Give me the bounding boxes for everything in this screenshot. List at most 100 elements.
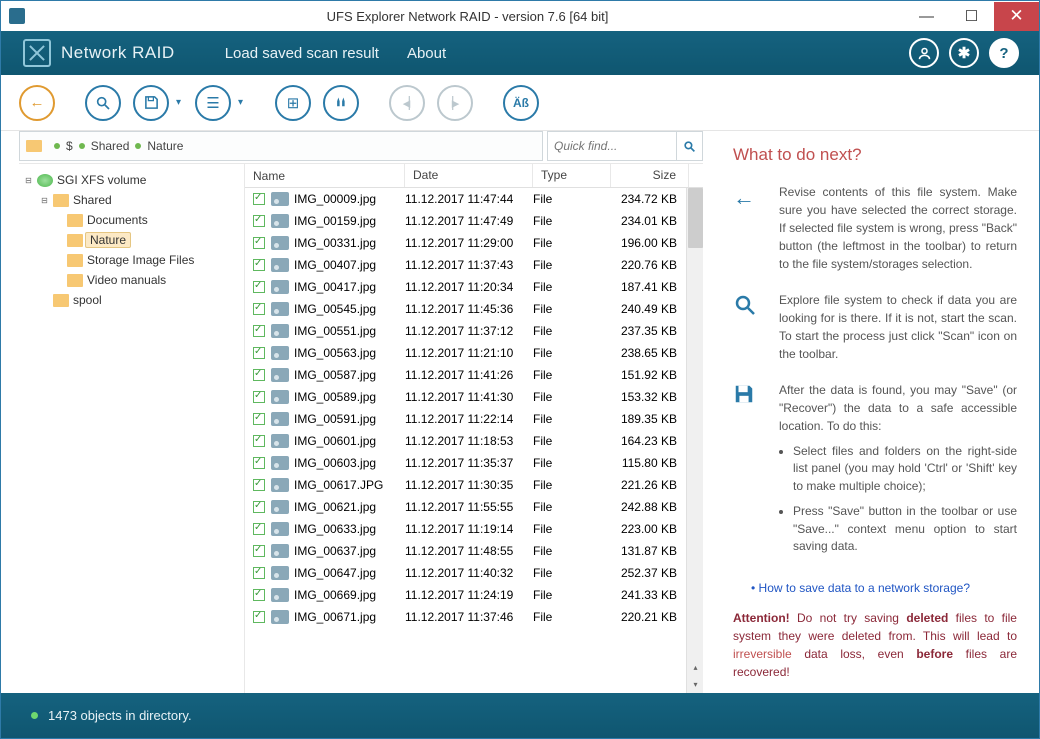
minimize-button[interactable]: — [904, 2, 949, 31]
checkbox-icon[interactable] [253, 457, 265, 469]
back-button[interactable]: ← [19, 85, 55, 121]
menu-about[interactable]: About [407, 45, 446, 62]
encoding-button[interactable]: Äß [503, 85, 539, 121]
scan-button[interactable] [85, 85, 121, 121]
file-date: 11.12.2017 11:40:32 [405, 566, 533, 580]
prev-button[interactable]: ◂| [389, 85, 425, 121]
maximize-button[interactable]: ☐ [949, 2, 994, 31]
checkbox-icon[interactable] [253, 303, 265, 315]
column-date[interactable]: Date [405, 164, 533, 187]
checkbox-icon[interactable] [253, 325, 265, 337]
breadcrumb[interactable]: $ Shared Nature [19, 131, 543, 161]
breadcrumb-shared[interactable]: Shared [91, 139, 130, 153]
checkbox-icon[interactable] [253, 589, 265, 601]
scroll-thumb[interactable] [688, 188, 703, 248]
scroll-up-icon[interactable]: ▴ [688, 659, 703, 676]
checkbox-icon[interactable] [253, 479, 265, 491]
breadcrumb-root[interactable]: $ [66, 139, 73, 153]
gear-icon[interactable]: ✱ [949, 38, 979, 68]
save-button[interactable] [133, 85, 169, 121]
file-row[interactable]: IMG_00617.JPG11.12.2017 11:30:35File221.… [245, 474, 703, 496]
file-row[interactable]: IMG_00671.jpg11.12.2017 11:37:46File220.… [245, 606, 703, 628]
tree-spool[interactable]: spool [23, 290, 240, 310]
find-button[interactable] [323, 85, 359, 121]
next-button[interactable]: |▸ [437, 85, 473, 121]
checkbox-icon[interactable] [253, 435, 265, 447]
checkbox-icon[interactable] [253, 237, 265, 249]
checkbox-icon[interactable] [253, 611, 265, 623]
file-row[interactable]: IMG_00009.jpg11.12.2017 11:47:44File234.… [245, 188, 703, 210]
close-button[interactable]: ✕ [994, 2, 1039, 31]
quickfind-button[interactable] [677, 131, 703, 161]
column-name[interactable]: Name [245, 164, 405, 187]
file-type: File [533, 610, 611, 624]
checkbox-icon[interactable] [253, 545, 265, 557]
file-type: File [533, 434, 611, 448]
help-link[interactable]: How to save data to a network storage? [751, 581, 1017, 595]
file-row[interactable]: IMG_00591.jpg11.12.2017 11:22:14File189.… [245, 408, 703, 430]
file-list: Name Date Type Size IMG_00009.jpg11.12.2… [244, 164, 703, 693]
file-size: 189.35 KB [611, 412, 689, 426]
file-row[interactable]: IMG_00601.jpg11.12.2017 11:18:53File164.… [245, 430, 703, 452]
checkbox-icon[interactable] [253, 259, 265, 271]
checkbox-icon[interactable] [253, 413, 265, 425]
user-icon[interactable] [909, 38, 939, 68]
file-row[interactable]: IMG_00633.jpg11.12.2017 11:19:14File223.… [245, 518, 703, 540]
file-row[interactable]: IMG_00159.jpg11.12.2017 11:47:49File234.… [245, 210, 703, 232]
tree-nature[interactable]: Nature [23, 230, 240, 250]
checkbox-icon[interactable] [253, 281, 265, 293]
file-row[interactable]: IMG_00637.jpg11.12.2017 11:48:55File131.… [245, 540, 703, 562]
grid-view-button[interactable]: ⊞ [275, 85, 311, 121]
file-size: 252.37 KB [611, 566, 689, 580]
help-icon[interactable]: ? [989, 38, 1019, 68]
file-size: 234.01 KB [611, 214, 689, 228]
checkbox-icon[interactable] [253, 215, 265, 227]
file-type: File [533, 456, 611, 470]
checkbox-icon[interactable] [253, 567, 265, 579]
column-size[interactable]: Size [611, 164, 689, 187]
file-row[interactable]: IMG_00589.jpg11.12.2017 11:41:30File153.… [245, 386, 703, 408]
tree-documents[interactable]: Documents [23, 210, 240, 230]
statusbar: 1473 objects in directory. [1, 693, 1039, 738]
image-icon [271, 544, 289, 558]
help-title: What to do next? [733, 145, 1017, 165]
file-row[interactable]: IMG_00417.jpg11.12.2017 11:20:34File187.… [245, 276, 703, 298]
file-row[interactable]: IMG_00669.jpg11.12.2017 11:24:19File241.… [245, 584, 703, 606]
checkbox-icon[interactable] [253, 193, 265, 205]
checkbox-icon[interactable] [253, 523, 265, 535]
list-options-button[interactable]: ☰ [195, 85, 231, 121]
quickfind-input[interactable] [547, 131, 677, 161]
file-row[interactable]: IMG_00551.jpg11.12.2017 11:37:12File237.… [245, 320, 703, 342]
file-date: 11.12.2017 11:22:14 [405, 412, 533, 426]
file-size: 234.72 KB [611, 192, 689, 206]
file-name: IMG_00671.jpg [294, 610, 376, 624]
file-row[interactable]: IMG_00331.jpg11.12.2017 11:29:00File196.… [245, 232, 703, 254]
scroll-down-icon[interactable]: ▾ [688, 676, 703, 693]
file-row[interactable]: IMG_00603.jpg11.12.2017 11:35:37File115.… [245, 452, 703, 474]
tree-storage[interactable]: Storage Image Files [23, 250, 240, 270]
tree-video[interactable]: Video manuals [23, 270, 240, 290]
checkbox-icon[interactable] [253, 391, 265, 403]
file-date: 11.12.2017 11:29:00 [405, 236, 533, 250]
file-row[interactable]: IMG_00587.jpg11.12.2017 11:41:26File151.… [245, 364, 703, 386]
folder-tree[interactable]: ⊟SGI XFS volume ⊟Shared Documents Nature… [19, 164, 244, 693]
tree-volume[interactable]: ⊟SGI XFS volume [23, 170, 240, 190]
file-row[interactable]: IMG_00563.jpg11.12.2017 11:21:10File238.… [245, 342, 703, 364]
breadcrumb-nature[interactable]: Nature [147, 139, 183, 153]
file-type: File [533, 302, 611, 316]
checkbox-icon[interactable] [253, 369, 265, 381]
image-icon [271, 214, 289, 228]
file-type: File [533, 258, 611, 272]
file-name: IMG_00159.jpg [294, 214, 376, 228]
menu-load-scan[interactable]: Load saved scan result [225, 45, 379, 62]
column-type[interactable]: Type [533, 164, 611, 187]
checkbox-icon[interactable] [253, 501, 265, 513]
file-row[interactable]: IMG_00545.jpg11.12.2017 11:45:36File240.… [245, 298, 703, 320]
file-size: 241.33 KB [611, 588, 689, 602]
checkbox-icon[interactable] [253, 347, 265, 359]
file-row[interactable]: IMG_00621.jpg11.12.2017 11:55:55File242.… [245, 496, 703, 518]
tree-shared[interactable]: ⊟Shared [23, 190, 240, 210]
file-row[interactable]: IMG_00407.jpg11.12.2017 11:37:43File220.… [245, 254, 703, 276]
file-row[interactable]: IMG_00647.jpg11.12.2017 11:40:32File252.… [245, 562, 703, 584]
scrollbar[interactable]: ▴ ▾ [686, 188, 703, 693]
